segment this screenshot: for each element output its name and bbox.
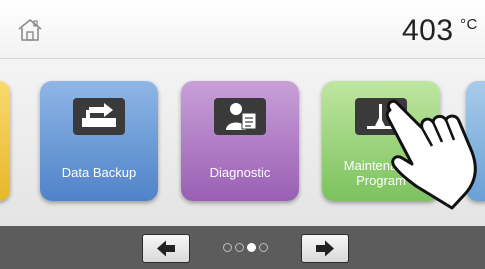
page-dot [223, 243, 232, 252]
tile-label: Data Backup [61, 165, 137, 180]
page-indicator [223, 243, 271, 253]
temperature-unit: °C [460, 16, 478, 33]
diagnostic-icon [214, 98, 266, 135]
pointing-hand-icon [372, 90, 485, 210]
data-backup-icon [73, 98, 125, 135]
tile-label: Diagnostic [209, 165, 271, 180]
page-dot-active [247, 243, 256, 252]
previous-page-button[interactable] [142, 234, 190, 263]
arrow-left-icon [157, 240, 175, 257]
arrow-right-icon [316, 240, 334, 257]
status-bar: 403 °C [0, 0, 485, 59]
tile-partial-left[interactable] [0, 81, 10, 201]
home-icon[interactable] [17, 18, 43, 42]
next-page-button[interactable] [301, 234, 349, 263]
page-dot [235, 243, 244, 252]
page-dot [259, 243, 268, 252]
tile-data-backup[interactable]: Data Backup [40, 81, 158, 201]
temperature-readout: 403 °C [402, 14, 477, 48]
tile-diagnostic[interactable]: Diagnostic [181, 81, 299, 201]
navigation-bar [0, 226, 485, 269]
oven-display-screen: 403 °C Data Backup Diagnostic Maintenanc… [0, 0, 485, 269]
temperature-value: 403 [402, 14, 454, 47]
